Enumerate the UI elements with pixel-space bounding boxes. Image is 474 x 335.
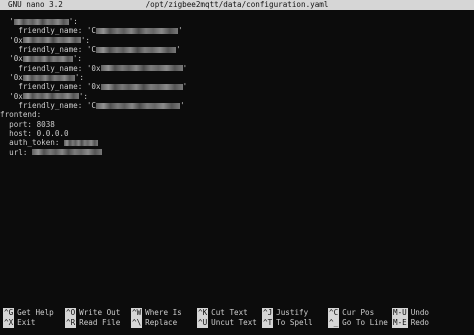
line-text: '0x [0,73,23,83]
shortcut-label: Where Is [145,308,182,317]
shortcut-label: Get Help [17,308,54,317]
redacted-value [100,65,183,72]
shortcut-where-is[interactable]: ^W Where Is [131,308,182,318]
line-text: friendly_name: '0x [0,63,101,73]
shortcut-label: Cut Text [211,308,248,317]
line-suffix: ' [182,82,188,92]
shortcut-read-file[interactable]: ^R Read File [65,318,120,328]
line-text: '0x [0,91,23,101]
title-bar: GNU nano 3.2 /opt/zigbee2mqtt/data/confi… [0,0,474,10]
line-text: '0x [0,54,23,64]
editor-line: url: [0,148,474,157]
redacted-value [22,55,73,62]
line-suffix: ': [72,54,83,64]
editor-line: host: 0.0.0.0 [0,129,474,138]
shortcut-key: ^T [262,318,274,328]
editor-line: friendly_name: '0x ' [0,82,474,91]
editor-line: auth_token: [0,138,474,147]
line-text: friendly_name: '0x [0,82,101,92]
shortcut-key: M-U [392,308,408,318]
line-text: port: 8038 [0,119,55,129]
editor-line: '0x ': [0,54,474,63]
line-text: frontend: [0,110,42,120]
redacted-value [22,93,79,100]
redacted-value [13,18,69,25]
redacted-value [100,83,183,90]
line-suffix: ' [178,26,183,36]
redacted-value [22,37,81,44]
line-text: ' [0,17,14,26]
terminal-window: GNU nano 3.2 /opt/zigbee2mqtt/data/confi… [0,0,474,335]
redacted-value [96,27,179,34]
shortcut-key: ^C [328,308,340,318]
shortcut-justify[interactable]: ^J Justify [262,308,308,318]
redacted-value [96,46,177,53]
shortcut-label: Justify [276,308,309,317]
editor-line: friendly_name: 'C ' [0,101,474,110]
shortcut-label: Exit [17,318,36,327]
editor-line: '0x ': [0,36,474,45]
shortcut-label: Go To Line [342,318,388,327]
line-suffix: ' [180,101,185,111]
shortcut-uncut-text[interactable]: ^U Uncut Text [197,318,257,328]
editor-line: friendly_name: '0x ' [0,64,474,73]
shortcut-key: M-E [392,318,408,328]
shortcut-key: ^R [65,318,77,328]
file-path: /opt/zigbee2mqtt/data/configuration.yaml [145,0,329,9]
line-text: friendly_name: 'C [0,45,97,55]
shortcut-key: ^O [65,308,77,318]
shortcut-key: ^U [197,318,209,328]
editor-line: port: 8038 [0,120,474,129]
line-text: friendly_name: 'C [0,101,97,111]
shortcut-redo[interactable]: M-E Redo [392,318,429,328]
shortcut-label: Replace [145,318,178,327]
shortcut-key: ^J [262,308,274,318]
shortcut-key: ^\ [131,318,143,328]
shortcut-exit[interactable]: ^X Exit [3,318,35,328]
shortcut-go-to-line[interactable]: ^_ Go To Line [328,318,388,328]
shortcut-cut-text[interactable]: ^K Cut Text [197,308,248,318]
line-text: url: [0,147,33,157]
line-suffix: ': [80,35,91,45]
redacted-value [96,102,181,109]
redacted-value [64,139,99,146]
editor-line: frontend: [0,110,474,119]
shortcut-key: ^K [197,308,209,318]
shortcut-key: ^_ [328,318,340,328]
line-text: auth_token: [0,138,65,148]
line-suffix: ' [182,63,188,73]
shortcut-label: Write Out [79,308,121,317]
editor-line: ' ': [0,17,474,26]
shortcut-replace[interactable]: ^\ Replace [131,318,177,328]
redacted-value [32,149,103,156]
line-suffix: ' [176,45,181,55]
shortcut-key: ^W [131,308,143,318]
shortcut-cur-pos[interactable]: ^C Cur Pos [328,308,374,318]
shortcut-label: Cur Pos [342,308,375,317]
line-text: host: 0.0.0.0 [0,129,69,139]
shortcut-to-spell[interactable]: ^T To Spell [262,318,313,328]
editor-line: '0x ': [0,92,474,101]
shortcut-label: Redo [410,318,430,327]
shortcut-label: Read File [79,318,121,327]
redacted-value [22,74,75,81]
line-suffix: ': [68,17,78,26]
shortcut-undo[interactable]: M-U Undo [392,308,429,318]
line-suffix: ': [78,91,89,101]
shortcut-get-help[interactable]: ^G Get Help [3,308,54,318]
shortcut-bar: ^G Get Help ^O Write Out ^W Where Is ^K Cut Tex… [0,308,474,330]
line-text: '0x [0,35,23,45]
shortcut-label: Undo [410,308,430,317]
shortcut-key: ^G [3,308,15,318]
shortcut-label: Uncut Text [211,318,257,327]
shortcut-write-out[interactable]: ^O Write Out [65,308,120,318]
shortcut-label: To Spell [276,318,313,327]
line-suffix: ': [74,73,85,83]
shortcut-key: ^X [3,318,15,328]
editor-line: friendly_name: 'C ' [0,26,474,35]
editor-line: friendly_name: 'C ' [0,45,474,54]
editor-area[interactable]: ' ': friendly_name: 'C ' '0x ': friendly_na… [0,17,474,307]
line-text: friendly_name: 'C [0,26,97,36]
editor-line: '0x ': [0,73,474,82]
